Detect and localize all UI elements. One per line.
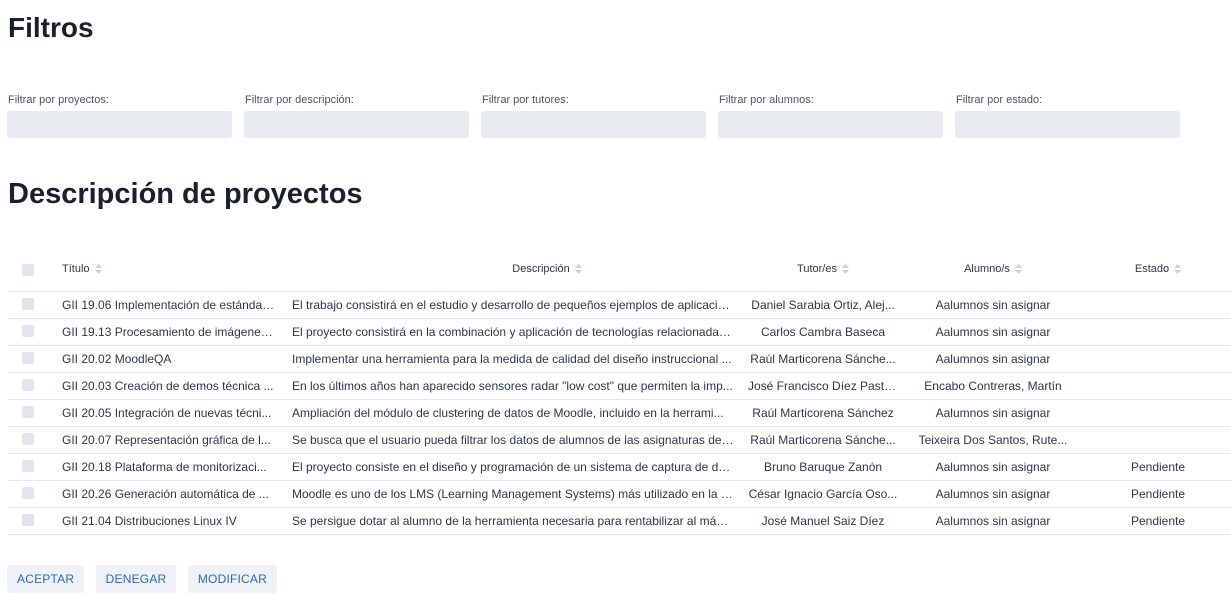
sort-updown-icon[interactable] [841,264,849,275]
project-tutors-cell: José Manuel Saiz Díez [761,514,885,528]
project-tutors-cell: Bruno Baruque Zanón [763,460,883,474]
project-tutors-cell: Raúl Marticorena Sánchez [752,406,894,420]
filter-students-input[interactable] [718,111,943,138]
filter-tutors-input[interactable] [481,111,706,138]
row-checkbox[interactable] [22,487,34,499]
row-checkbox[interactable] [22,325,34,337]
project-tutors-cell: Daniel Sarabia Ortiz, Alej... [751,298,895,312]
project-students-cell: Aalumnos sin asignar [935,487,1051,501]
filters-title: Filtros [8,12,94,43]
row-checkbox[interactable] [22,460,34,472]
filter-description-input[interactable] [244,111,469,138]
project-title-cell: GII 21.04 Distribuciones Linux IV [62,514,237,528]
sort-updown-icon[interactable] [1174,264,1182,275]
table-row[interactable]: GII 19.13 Procesamiento de imágenes... E… [8,319,1231,346]
projects-title: Descripción de proyectos [8,178,363,210]
project-description-cell: Se persigue dotar al alumno de la herram… [292,514,734,528]
project-description-cell: Implementar una herramienta para la medi… [292,352,732,366]
filter-description-group: Filtrar por descripción: [244,94,469,138]
column-header-students-label: Alumno/s [964,263,1010,275]
action-bar: ACEPTAR DENEGAR MODIFICAR [7,565,284,593]
column-header-students[interactable]: Alumno/s [918,263,1068,275]
sort-updown-icon[interactable] [94,264,102,275]
project-title-cell: GII 20.05 Integración de nuevas técni... [62,406,272,420]
table-row[interactable]: GII 21.04 Distribuciones Linux IV Se per… [8,508,1231,535]
filter-tutors-group: Filtrar por tutores: [481,94,706,138]
table-row[interactable]: GII 19.06 Implementación de estándares..… [8,292,1231,319]
projects-table: Título Descripción Tutor/es Alumno/s Est… [8,253,1231,535]
project-students-cell: Teixeira Dos Santos, Rute... [918,433,1068,447]
filter-status-group: Filtrar por estado: [955,94,1180,138]
filter-students-label: Filtrar por alumnos: [719,94,814,106]
project-description-cell: Se busca que el usuario pueda filtrar lo… [292,433,734,447]
column-header-status[interactable]: Estado [1118,263,1198,275]
project-description-cell: Ampliación del módulo de clustering de d… [292,406,724,420]
project-students-cell: Aalumnos sin asignar [935,514,1051,528]
column-header-status-label: Estado [1134,263,1170,275]
project-students-cell: Aalumnos sin asignar [935,352,1051,366]
select-all-checkbox[interactable] [22,264,34,276]
project-students-cell: Aalumnos sin asignar [935,406,1051,420]
filter-projects-input[interactable] [7,111,232,138]
project-tutors-cell: José Francisco Díez Pasto... [748,379,898,393]
project-students-cell: Aalumnos sin asignar [935,460,1051,474]
project-tutors-cell: Carlos Cambra Baseca [760,325,886,339]
table-row[interactable]: GII 20.07 Representación gráfica de l...… [8,427,1231,454]
column-header-description-label: Descripción [512,263,570,275]
project-status-cell: Pendiente [1130,487,1186,501]
column-header-description[interactable]: Descripción [292,263,802,275]
accept-button[interactable]: ACEPTAR [7,565,85,593]
table-row[interactable]: GII 20.26 Generación automática de ... M… [8,481,1231,508]
project-tutors-cell: Raúl Marticorena Sánche... [750,433,896,447]
project-tutors-cell: César Ignacio García Oso... [748,487,898,501]
row-checkbox[interactable] [22,298,34,310]
project-description-cell: En los últimos años han aparecido sensor… [292,379,733,393]
project-status-cell: Pendiente [1130,460,1186,474]
project-students-cell: Encabo Contreras, Martín [924,379,1062,393]
table-header-row: Título Descripción Tutor/es Alumno/s Est… [8,253,1231,292]
filter-projects-group: Filtrar por proyectos: [7,94,232,138]
project-tutors-cell: Raúl Marticorena Sánche... [750,352,896,366]
project-students-cell: Aalumnos sin asignar [935,298,1051,312]
filter-projects-label: Filtrar por proyectos: [8,94,109,106]
column-header-title[interactable]: Título [62,263,162,275]
modify-button[interactable]: MODIFICAR [187,565,277,593]
project-title-cell: GII 20.07 Representación gráfica de l... [62,433,271,447]
project-title-cell: GII 19.06 Implementación de estándares..… [62,298,276,312]
table-row[interactable]: GII 20.18 Plataforma de monitorizaci... … [8,454,1231,481]
sort-updown-icon[interactable] [574,264,582,275]
table-row[interactable]: GII 20.03 Creación de demos técnica ... … [8,373,1231,400]
table-row[interactable]: GII 20.02 MoodleQA Implementar una herra… [8,346,1231,373]
project-students-cell: Aalumnos sin asignar [935,325,1051,339]
project-description-cell: El trabajo consistirá en el estudio y de… [292,298,734,312]
project-title-cell: GII 20.02 MoodleQA [62,352,172,366]
filter-status-input[interactable] [955,111,1180,138]
table-row[interactable]: GII 20.05 Integración de nuevas técni...… [8,400,1231,427]
project-title-cell: GII 20.18 Plataforma de monitorizaci... [62,460,267,474]
deny-button[interactable]: DENEGAR [95,565,177,593]
row-checkbox[interactable] [22,406,34,418]
filter-tutors-label: Filtrar por tutores: [482,94,569,106]
column-header-tutors[interactable]: Tutor/es [748,263,898,275]
project-title-cell: GII 19.13 Procesamiento de imágenes... [62,325,276,339]
filter-status-label: Filtrar por estado: [956,94,1043,106]
project-description-cell: Moodle es uno de los LMS (Learning Manag… [292,487,734,501]
project-description-cell: El proyecto consistirá en la combinación… [292,325,734,339]
column-header-tutors-label: Tutor/es [797,263,837,275]
column-header-title-label: Título [62,263,90,275]
filter-description-label: Filtrar por descripción: [245,94,354,106]
row-checkbox[interactable] [22,379,34,391]
project-title-cell: GII 20.26 Generación automática de ... [62,487,269,501]
project-description-cell: El proyecto consiste en el diseño y prog… [292,460,734,474]
project-title-cell: GII 20.03 Creación de demos técnica ... [62,379,274,393]
project-status-cell: Pendiente [1130,514,1186,528]
row-checkbox[interactable] [22,433,34,445]
row-checkbox[interactable] [22,514,34,526]
filter-students-group: Filtrar por alumnos: [718,94,943,138]
sort-updown-icon[interactable] [1014,264,1022,275]
row-checkbox[interactable] [22,352,34,364]
